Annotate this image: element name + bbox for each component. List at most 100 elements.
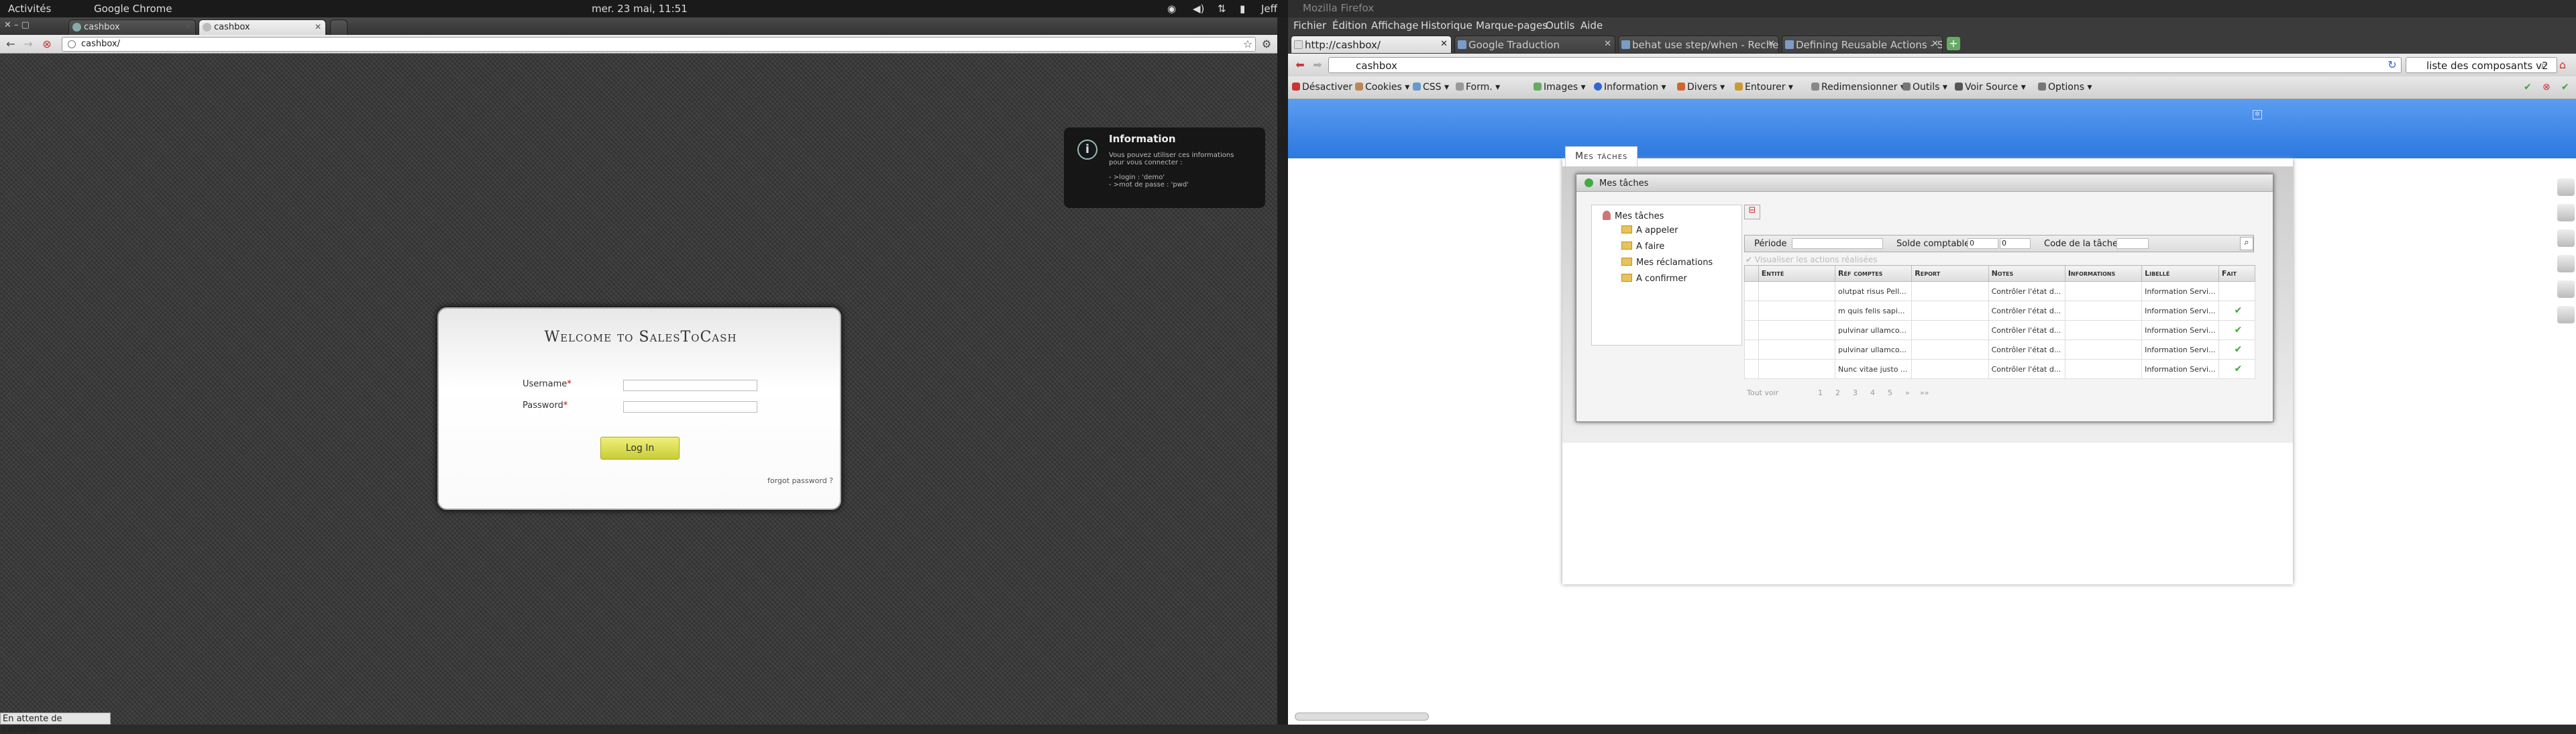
side-tool-icon-6[interactable] xyxy=(2557,306,2575,323)
chrome-tab-1[interactable]: cashbox ✕ xyxy=(68,19,196,35)
close-tab-icon[interactable]: ✕ xyxy=(1768,39,1775,49)
tree-item-a-appeler[interactable]: A appeler xyxy=(1621,225,1678,235)
webdev-images[interactable]: Images ▾ xyxy=(1534,82,1586,93)
reload-icon[interactable]: ↻ xyxy=(2385,58,2399,72)
window-divider[interactable] xyxy=(1277,17,1288,725)
next-page[interactable]: » xyxy=(1905,388,1910,397)
periode-input[interactable] xyxy=(1792,238,1883,249)
menu-affichage[interactable]: Affichage xyxy=(1371,19,1418,32)
error-icon[interactable]: ⊗ xyxy=(2542,82,2551,93)
col-report[interactable]: Report xyxy=(1911,265,1989,282)
window-controls-icon[interactable]: ✕ – ▢ xyxy=(4,20,30,30)
forward-icon[interactable]: ➡ xyxy=(1311,58,1324,72)
search-icon[interactable]: ⌕ xyxy=(2537,58,2551,72)
table-row[interactable]: Nunc vitae justo ... Contrôler l'état d..… xyxy=(1744,359,2256,379)
horizontal-scrollbar[interactable] xyxy=(1295,713,1429,721)
tree-item-reclamations[interactable]: Mes réclamations xyxy=(1621,258,1713,268)
ff-tab-behat[interactable]: behat use step/when - Reche... ✕ xyxy=(1618,36,1779,53)
col-entite[interactable]: Entité xyxy=(1758,265,1836,282)
page-2[interactable]: 2 xyxy=(1835,388,1840,397)
webdev-options[interactable]: Options ▾ xyxy=(2038,82,2092,93)
side-tool-icon-5[interactable] xyxy=(2557,280,2575,298)
password-input[interactable] xyxy=(623,401,757,413)
show-done-checkbox[interactable]: ✔ Visualiser les actions réalisées xyxy=(1746,255,1878,264)
menu-marque-pages[interactable]: Marque-pages xyxy=(1476,19,1548,32)
omnibox[interactable]: cashbox/ xyxy=(62,37,1256,52)
export-pdf-icon[interactable]: ⊟ xyxy=(1744,205,1760,219)
forward-icon[interactable]: → xyxy=(21,38,35,51)
back-icon[interactable]: ⬅ xyxy=(1293,58,1307,72)
close-tab-icon[interactable]: ✕ xyxy=(1931,39,1939,49)
ff-tab-google-traduction[interactable]: Google Traduction ✕ xyxy=(1454,36,1615,53)
webdev-voir-source[interactable]: Voir Source ▾ xyxy=(1955,82,2026,93)
active-app-label[interactable]: Google Chrome xyxy=(94,3,172,15)
webdev-desactiver[interactable]: Désactiver ▾ xyxy=(1292,82,1360,93)
battery-icon[interactable]: ▮ xyxy=(1240,3,1245,15)
side-tool-icon-4[interactable] xyxy=(2557,255,2575,272)
webdev-information[interactable]: Information ▾ xyxy=(1594,82,1666,93)
close-tab-icon[interactable]: ✕ xyxy=(315,22,321,32)
new-tab-button[interactable] xyxy=(330,19,347,35)
back-icon[interactable]: ← xyxy=(4,38,17,51)
close-tab-icon[interactable]: ✕ xyxy=(184,22,191,32)
home-icon[interactable]: ⌂ xyxy=(2556,58,2569,72)
tab-mes-taches[interactable]: Mes tâches xyxy=(1565,146,1638,166)
page-5[interactable]: 5 xyxy=(1888,388,1892,397)
bookmark-star-icon[interactable]: ☆ xyxy=(1241,38,1254,51)
menu-outils[interactable]: Outils xyxy=(1546,19,1574,32)
webdev-css[interactable]: CSS ▾ xyxy=(1413,82,1449,93)
menu-edition[interactable]: Édition xyxy=(1332,19,1367,32)
side-tool-icon-2[interactable] xyxy=(2557,204,2575,221)
chrome-tab-2[interactable]: cashbox ✕ xyxy=(199,19,326,35)
forgot-password-link[interactable]: forgot password ? xyxy=(767,476,833,485)
ff-tab-reusable-actions[interactable]: Defining Reusable Actions - S... ✕ xyxy=(1782,36,1943,53)
page-1[interactable]: 1 xyxy=(1818,388,1823,397)
side-tool-icon-3[interactable] xyxy=(2557,229,2575,247)
menu-aide[interactable]: Aide xyxy=(1580,19,1603,32)
css-valid-icon[interactable]: ✔ xyxy=(2561,82,2569,93)
code-input[interactable] xyxy=(2116,238,2149,249)
search-icon[interactable]: ⌕ xyxy=(2240,237,2253,250)
stop-icon[interactable]: ⊗ xyxy=(40,38,54,51)
table-row[interactable]: olutpat risus Pell... Contrôler l'état d.… xyxy=(1744,281,2256,301)
wrench-icon[interactable]: ⚙ xyxy=(1260,38,1273,51)
col-notes[interactable]: Notes xyxy=(1988,265,2065,282)
table-row[interactable]: pulvinar ullamco... Contrôler l'état d...… xyxy=(1744,339,2256,360)
close-tab-icon[interactable]: ✕ xyxy=(1604,39,1611,49)
search-bar[interactable]: liste des composants v2 xyxy=(2406,57,2557,73)
webdev-redimensionner[interactable]: Redimensionner ▾ xyxy=(1811,82,1905,93)
col-fait[interactable]: Fait xyxy=(2218,265,2256,282)
solde-from-input[interactable]: 0 xyxy=(1968,238,1998,249)
show-all-link[interactable]: Tout voir xyxy=(1747,388,1778,397)
tree-item-a-confirmer[interactable]: A confirmer xyxy=(1621,274,1687,284)
network-icon[interactable]: ⇅ xyxy=(1218,3,1226,15)
page-4[interactable]: 4 xyxy=(1870,388,1875,397)
col-ref-comptes[interactable]: Réf comptes xyxy=(1835,265,1913,282)
table-row[interactable]: m quis felis sapi... Contrôler l'état d..… xyxy=(1744,301,2256,321)
activities-button[interactable]: Activités xyxy=(8,3,51,15)
tree-item-a-faire[interactable]: A faire xyxy=(1621,242,1664,252)
last-page[interactable]: »» xyxy=(1920,388,1929,397)
webdev-cookies[interactable]: Cookies ▾ xyxy=(1355,82,1409,93)
webdev-entourer[interactable]: Entourer ▾ xyxy=(1735,82,1793,93)
col-informations[interactable]: Informations xyxy=(2064,265,2143,282)
user-menu[interactable]: Jeff xyxy=(1261,3,1277,15)
col-libelle[interactable]: Libellé xyxy=(2141,265,2219,282)
volume-icon[interactable]: ◀) xyxy=(1193,3,1204,15)
url-bar[interactable]: cashbox xyxy=(1328,57,2402,73)
settings-icon[interactable]: ✲ xyxy=(2253,110,2262,119)
accessibility-icon[interactable]: ◉ xyxy=(1167,3,1176,15)
new-tab-button[interactable]: + xyxy=(1947,37,1960,50)
username-input[interactable] xyxy=(623,380,757,391)
webdev-outils[interactable]: Outils ▾ xyxy=(1902,82,1947,93)
webdev-form[interactable]: Form. ▾ xyxy=(1456,82,1500,93)
table-row[interactable]: pulvinar ullamco... Contrôler l'état d...… xyxy=(1744,320,2256,340)
login-button[interactable]: Log In xyxy=(600,437,680,460)
solde-to-input[interactable]: 0 xyxy=(2000,238,2031,249)
col-select[interactable] xyxy=(1744,265,1759,282)
close-tab-icon[interactable]: ✕ xyxy=(1440,39,1448,49)
menu-fichier[interactable]: Fichier xyxy=(1293,19,1326,32)
side-tool-icon-1[interactable] xyxy=(2557,178,2575,196)
clock[interactable]: mer. 23 mai, 11:51 xyxy=(592,3,688,15)
ff-tab-cashbox[interactable]: http://cashbox/ ✕ xyxy=(1291,36,1452,53)
